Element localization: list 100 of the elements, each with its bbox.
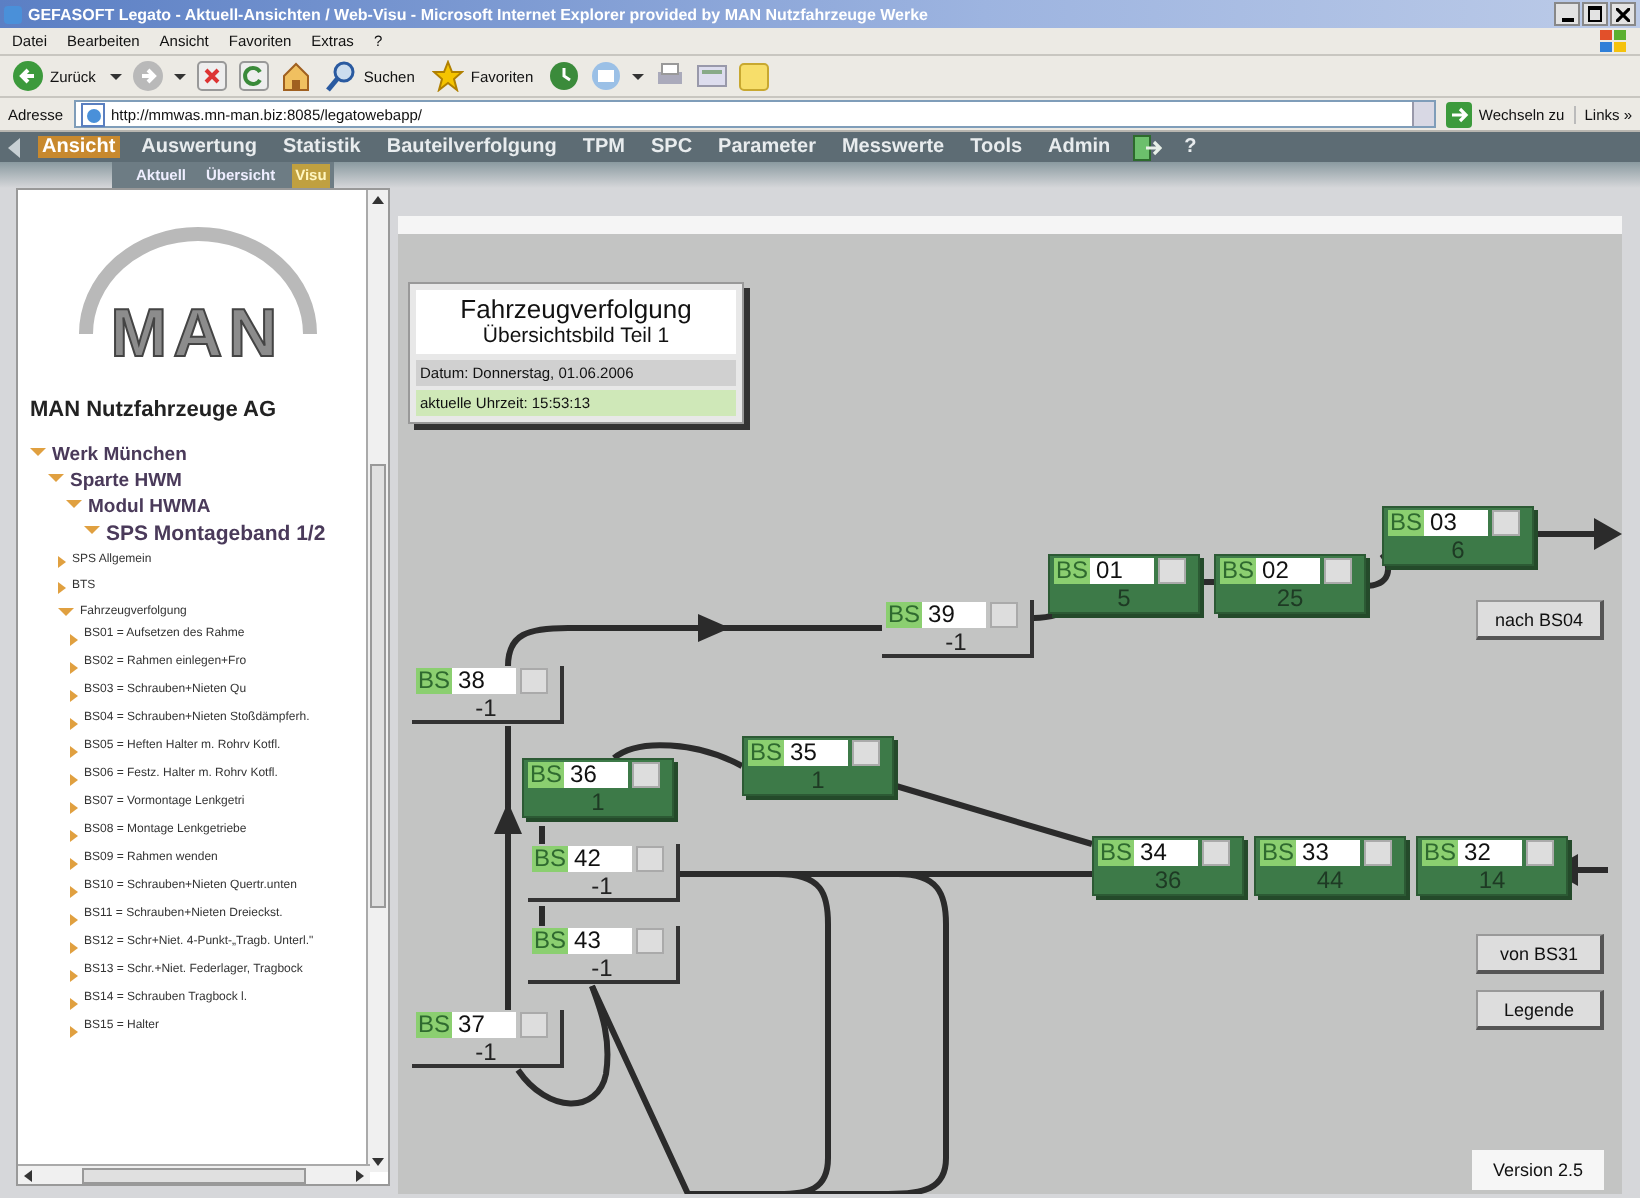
collapsed-triangle-icon[interactable] <box>70 858 78 870</box>
history-icon <box>547 60 580 92</box>
logo-drawing: MAN <box>73 210 321 390</box>
station-number: 02 <box>1256 558 1321 584</box>
edit-icon <box>695 60 728 92</box>
status-square-icon <box>632 762 661 788</box>
expanded-triangle-icon[interactable] <box>66 500 82 508</box>
station-number: 36 <box>564 762 629 788</box>
collapsed-triangle-icon[interactable] <box>70 914 78 926</box>
horizontal-scrollbar[interactable] <box>18 1164 370 1184</box>
station-number: 03 <box>1424 510 1489 536</box>
status-square-icon <box>520 1012 549 1038</box>
status-square-icon <box>1158 558 1187 584</box>
restore-button[interactable] <box>1582 2 1608 26</box>
status-square-icon <box>1364 840 1393 866</box>
dropdown-caret-icon[interactable] <box>173 73 186 79</box>
status-square-icon <box>636 846 665 872</box>
tree-item[interactable]: SPS Montageband 1/2 <box>30 520 364 548</box>
collapsed-triangle-icon[interactable] <box>70 718 78 730</box>
collapsed-triangle-icon[interactable] <box>70 970 78 982</box>
station-number: 33 <box>1296 840 1361 866</box>
collapsed-triangle-icon[interactable] <box>70 802 78 814</box>
diagram-button[interactable]: nach BS04 <box>1476 600 1604 640</box>
station-number: 42 <box>568 846 633 872</box>
status-square-icon <box>1202 840 1231 866</box>
vertical-scrollbar[interactable] <box>366 190 388 1172</box>
nav-tab[interactable]: Auswertung <box>137 136 261 158</box>
star-icon <box>432 60 465 92</box>
diagram-subtitle: Übersichtsbild Teil 1 <box>480 324 672 348</box>
window-title: GEFASOFT Legato - Aktuell-Ansichten / Web-Visu - Microsoft Internet Explorer provided by MAN Nutzfahrzeuge Werke <box>28 5 930 23</box>
nav-tab[interactable]: SPC <box>646 136 697 158</box>
station-prefix: BS <box>532 928 569 954</box>
station-prefix: BS <box>528 762 565 788</box>
close-icon <box>1616 7 1630 21</box>
collapsed-triangle-icon[interactable] <box>70 998 78 1010</box>
station-count: -1 <box>589 956 615 982</box>
collapsed-triangle-icon[interactable] <box>70 830 78 842</box>
nav-tab[interactable]: Bauteilverfolgung <box>382 136 561 158</box>
collapsed-triangle-icon[interactable] <box>70 942 78 954</box>
dropdown-caret-icon[interactable] <box>109 73 122 79</box>
nav-tab[interactable]: Parameter <box>714 136 820 158</box>
dropdown-caret-icon[interactable] <box>631 73 644 79</box>
expanded-triangle-icon[interactable] <box>58 608 74 616</box>
station-prefix: BS <box>886 602 923 628</box>
station-count: -1 <box>589 874 615 900</box>
expanded-triangle-icon[interactable] <box>84 526 100 534</box>
status-square-icon <box>852 740 881 766</box>
station-prefix: BS <box>1388 510 1425 536</box>
station-number: 38 <box>452 668 517 694</box>
collapsed-triangle-icon[interactable] <box>58 582 66 594</box>
nav-tab[interactable]: ? <box>1180 136 1201 158</box>
station-prefix: BS <box>416 1012 453 1038</box>
page-icon <box>79 101 106 127</box>
station-count: 1 <box>809 768 827 794</box>
station-prefix: BS <box>748 740 785 766</box>
station-prefix: BS <box>416 668 453 694</box>
dropdown-button[interactable] <box>1412 102 1435 126</box>
search-icon <box>325 60 358 92</box>
station-count: 6 <box>1449 538 1467 564</box>
collapsed-triangle-icon[interactable] <box>70 690 78 702</box>
nav-tab[interactable]: Admin <box>1044 136 1115 158</box>
station-number: 37 <box>452 1012 517 1038</box>
expanded-triangle-icon[interactable] <box>30 448 46 456</box>
version-label: Version 2.5 <box>1472 1150 1604 1190</box>
tree-item[interactable]: Werk München <box>30 442 364 468</box>
station-number: 43 <box>568 928 633 954</box>
collapsed-triangle-icon[interactable] <box>70 886 78 898</box>
collapsed-triangle-icon[interactable] <box>70 774 78 786</box>
collapsed-triangle-icon[interactable] <box>70 746 78 758</box>
status-square-icon <box>990 602 1019 628</box>
tree-item[interactable]: Modul HWMA <box>30 494 364 520</box>
company-name: MAN Nutzfahrzeuge AG <box>30 398 279 422</box>
exit-door-icon[interactable] <box>1132 133 1163 161</box>
status-square-icon <box>520 668 549 694</box>
close-button[interactable] <box>1610 2 1636 26</box>
station-count: 1 <box>589 790 607 816</box>
collapsed-triangle-icon[interactable] <box>58 556 66 568</box>
nav-tab[interactable]: TPM <box>578 136 629 158</box>
diagram-title: Fahrzeugverfolgung <box>458 294 694 324</box>
restore-icon <box>1588 6 1602 22</box>
collapsed-triangle-icon[interactable] <box>70 634 78 646</box>
station-count: 14 <box>1476 868 1508 894</box>
station-prefix: BS <box>1054 558 1091 584</box>
collapsed-triangle-icon[interactable] <box>70 662 78 674</box>
station-number: 34 <box>1134 840 1199 866</box>
nav-tab[interactable]: Messwerte <box>837 136 949 158</box>
station-number: 39 <box>922 602 987 628</box>
status-square-icon <box>1492 510 1521 536</box>
station-prefix: BS <box>1220 558 1257 584</box>
tree-item[interactable]: Sparte HWM <box>30 468 364 494</box>
station-number: 35 <box>784 740 849 766</box>
collapsed-triangle-icon[interactable] <box>70 1026 78 1038</box>
nav-tab[interactable]: Tools <box>966 136 1027 158</box>
nav-tab[interactable]: Statistik <box>278 136 365 158</box>
diagram-button[interactable]: von BS31 <box>1476 934 1604 974</box>
folder-icon <box>737 60 770 92</box>
minimize-button[interactable] <box>1554 2 1580 26</box>
diagram-button[interactable]: Legende <box>1476 990 1604 1030</box>
expanded-triangle-icon[interactable] <box>48 474 64 482</box>
station-count: 44 <box>1314 868 1346 894</box>
